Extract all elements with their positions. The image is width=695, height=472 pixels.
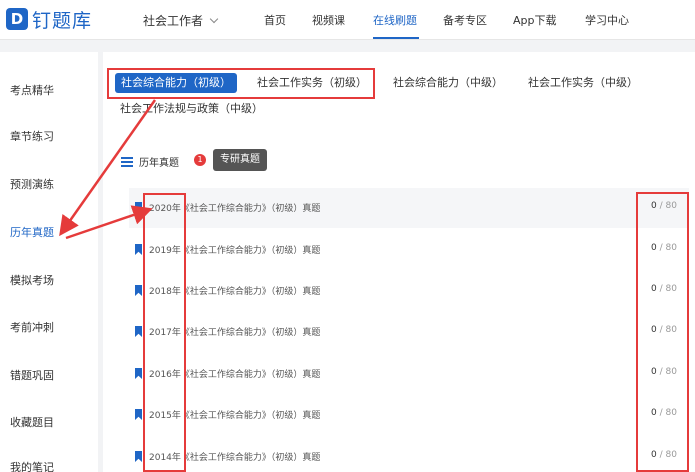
list-icon	[121, 156, 133, 167]
top-nav: D 钉题库 社会工作者 首页 视频课 在线刷题 备考专区 App下载 学习中心	[0, 0, 695, 40]
nav-exam-prep[interactable]: 备考专区	[443, 12, 487, 28]
tab-social-law-policy-intermediate[interactable]: 社会工作法规与政策（中级）	[120, 99, 263, 119]
exam-selector-label: 社会工作者	[143, 14, 204, 28]
paper-row[interactable]: 2016年《社会工作综合能力》（初级）真题 0 / 80	[129, 354, 689, 394]
sidebar-item-chapter-practice[interactable]: 章节练习	[0, 124, 98, 150]
tooltip: 专研真题	[213, 149, 267, 171]
paper-row[interactable]: 2019年《社会工作综合能力》（初级）真题 0 / 80	[129, 230, 689, 270]
paper-row[interactable]: 2018年《社会工作综合能力》（初级）真题 0 / 80	[129, 271, 689, 311]
sidebar-item-key-points[interactable]: 考点精华	[0, 78, 98, 104]
nav-home[interactable]: 首页	[264, 12, 286, 28]
nav-learning-center[interactable]: 学习中心	[585, 12, 629, 28]
annotation-step-badge: 1	[194, 154, 206, 166]
bookmark-icon[interactable]	[135, 285, 142, 296]
sidebar-item-my-notes[interactable]: 我的笔记	[0, 455, 98, 472]
bookmark-icon[interactable]	[135, 202, 142, 213]
tab-social-comprehensive-intermediate[interactable]: 社会综合能力（中级）	[393, 73, 503, 93]
bookmark-icon[interactable]	[135, 451, 142, 462]
main-panel: 社会综合能力（初级） 社会工作实务（初级） 社会综合能力（中级） 社会工作实务（…	[103, 52, 695, 472]
nav-app-download[interactable]: App下载	[513, 12, 557, 28]
bookmark-icon[interactable]	[135, 368, 142, 379]
bookmark-icon[interactable]	[135, 244, 142, 255]
sidebar-item-wrong-questions[interactable]: 错题巩固	[0, 363, 98, 389]
chevron-down-icon	[209, 14, 219, 23]
paper-row[interactable]: 2014年《社会工作综合能力》（初级）真题 0 / 80	[129, 437, 689, 472]
annotation-box-tabs	[107, 68, 375, 99]
logo-icon: D	[6, 8, 28, 30]
sidebar-item-final-sprint[interactable]: 考前冲刺	[0, 315, 98, 341]
sidebar-item-past-papers[interactable]: 历年真题	[0, 220, 98, 246]
logo[interactable]: D 钉题库	[6, 6, 92, 32]
nav-active-indicator	[373, 37, 419, 39]
tab-social-practice-intermediate[interactable]: 社会工作实务（中级）	[528, 73, 638, 93]
bookmark-icon[interactable]	[135, 409, 142, 420]
logo-text: 钉题库	[32, 9, 93, 32]
paper-row[interactable]: 2015年《社会工作综合能力》（初级）真题 0 / 80	[129, 395, 689, 435]
bookmark-icon[interactable]	[135, 326, 142, 337]
section-title: 历年真题	[139, 158, 179, 169]
nav-online-practice[interactable]: 在线刷题	[373, 12, 417, 28]
exam-selector[interactable]: 社会工作者	[143, 12, 219, 29]
section-header: 历年真题	[121, 154, 179, 169]
annotation-box-progress	[636, 192, 689, 472]
sidebar-item-favorites[interactable]: 收藏题目	[0, 410, 98, 436]
annotation-box-years	[143, 193, 186, 472]
sidebar: 考点精华 章节练习 预测演练 历年真题 模拟考场 考前冲刺 错题巩固 收藏题目 …	[0, 52, 98, 472]
paper-row[interactable]: 2017年《社会工作综合能力》（初级）真题 0 / 80	[129, 312, 689, 352]
nav-video-course[interactable]: 视频课	[312, 12, 345, 28]
paper-row[interactable]: 2020年《社会工作综合能力》（初级）真题 0 / 80	[129, 188, 689, 228]
sidebar-item-mock-exam[interactable]: 模拟考场	[0, 268, 98, 294]
sidebar-item-prediction[interactable]: 预测演练	[0, 172, 98, 198]
